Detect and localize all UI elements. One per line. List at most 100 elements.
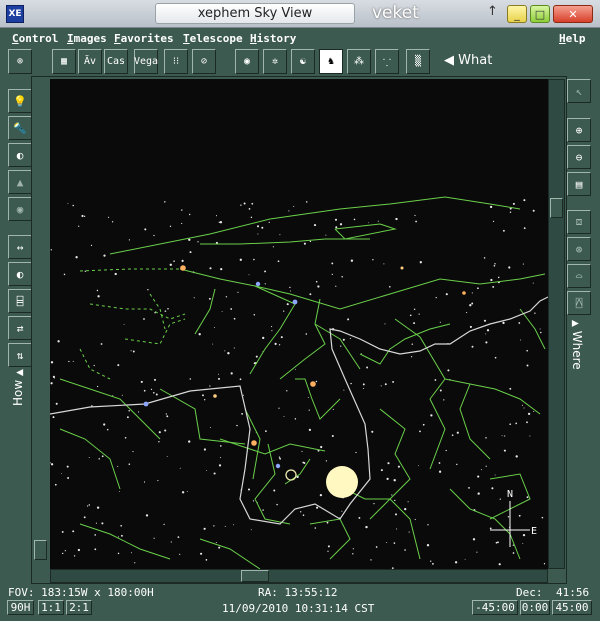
- constellation-names-icon[interactable]: Cas: [104, 49, 128, 74]
- star: [341, 510, 343, 512]
- star: [422, 423, 425, 426]
- aspect-2-1-button[interactable]: 2:1: [66, 600, 92, 615]
- star: [430, 560, 432, 562]
- top-toolbar: ⊚ ▦ Ăv Cas Vega ⁝⁝ ⊘ ◉ ✲ ☯ ♞ ⁂ ⸪ ▒ ◀ Wha…: [6, 49, 594, 76]
- star: [98, 458, 100, 460]
- left-scroll-knob[interactable]: [34, 540, 47, 560]
- star: [96, 506, 100, 509]
- zoom-box-icon[interactable]: ▤: [567, 172, 591, 196]
- compass-north: N: [507, 489, 513, 500]
- landscape-icon[interactable]: ⍓: [567, 291, 591, 315]
- target-icon[interactable]: ⧈: [567, 210, 591, 234]
- raise-arrow-icon[interactable]: ↑: [487, 4, 498, 19]
- telescope-icon[interactable]: ▲: [8, 170, 32, 194]
- dome-icon[interactable]: ⌓: [567, 264, 591, 288]
- host-name: veket: [372, 3, 419, 23]
- star: [520, 339, 522, 341]
- app-logo-icon: XE: [6, 5, 24, 23]
- magnitude-icon[interactable]: ⁝⁝: [164, 49, 188, 74]
- clusters-icon[interactable]: ✲: [263, 49, 287, 74]
- menu-favorites[interactable]: Favorites: [114, 32, 174, 45]
- star: [153, 378, 157, 381]
- swap-vertical-icon[interactable]: ⇅: [8, 343, 32, 367]
- constellation-figures-icon[interactable]: Ăv: [78, 49, 102, 74]
- star: [456, 431, 459, 434]
- menu-help[interactable]: Help: [559, 32, 586, 45]
- star: [83, 516, 86, 519]
- star: [335, 285, 337, 287]
- vertical-scroll-thumb[interactable]: [550, 198, 563, 218]
- star: [230, 308, 233, 310]
- menu-control[interactable]: Control: [12, 32, 58, 45]
- star: [150, 388, 153, 391]
- maximize-button[interactable]: □: [530, 5, 550, 23]
- star: [349, 337, 351, 339]
- galaxies-icon[interactable]: ☯: [291, 49, 315, 74]
- compass-rose-icon[interactable]: ⊛: [567, 237, 591, 261]
- star: [204, 399, 206, 401]
- star: [430, 414, 433, 417]
- vertical-scrollbar[interactable]: [548, 79, 565, 569]
- star: [61, 552, 64, 555]
- double-stars-icon[interactable]: ⁂: [347, 49, 371, 74]
- menu-images[interactable]: Images: [67, 32, 107, 45]
- star: [365, 525, 368, 529]
- menu-telescope[interactable]: Telescope: [183, 32, 243, 45]
- star: [372, 259, 374, 261]
- aspect-1-1-button[interactable]: 1:1: [38, 600, 64, 615]
- star: [419, 261, 422, 264]
- star: [386, 542, 388, 543]
- star: [170, 541, 172, 543]
- moon-shade-icon[interactable]: ◉: [8, 197, 32, 221]
- horizontal-scroll-thumb[interactable]: [241, 570, 269, 582]
- star: [523, 227, 526, 230]
- zoom-out-icon[interactable]: ⊖: [567, 145, 591, 169]
- bulb-icon[interactable]: 🔦: [8, 116, 32, 140]
- star: [277, 260, 280, 263]
- star: [294, 368, 296, 370]
- star: [153, 392, 155, 394]
- star: [407, 501, 409, 503]
- alt-plus-45-button[interactable]: 45:00: [552, 600, 592, 615]
- star: [94, 548, 97, 551]
- star: [380, 385, 382, 387]
- cylinder-icon[interactable]: ⌸: [8, 289, 32, 313]
- stars-icon[interactable]: ⸪: [375, 49, 399, 74]
- lightbulb-icon[interactable]: 💡: [8, 89, 32, 113]
- pointer-icon[interactable]: ↖: [567, 79, 591, 103]
- what-label[interactable]: ◀ What: [444, 53, 492, 68]
- star: [469, 325, 472, 328]
- star: [539, 328, 541, 330]
- planets-icon[interactable]: ◉: [235, 49, 259, 74]
- star: [279, 234, 281, 236]
- star: [250, 216, 253, 219]
- horizontal-flip-icon[interactable]: ↔: [8, 235, 32, 259]
- orientation-icon[interactable]: ◐: [8, 262, 32, 286]
- where-label[interactable]: ▲ Where: [570, 320, 584, 370]
- star: [383, 263, 385, 265]
- alt-minus-45-button[interactable]: -45:00: [472, 600, 518, 615]
- minimize-button[interactable]: _: [507, 5, 527, 23]
- ecliptic-icon[interactable]: ⊘: [192, 49, 216, 74]
- star: [167, 308, 169, 310]
- grid-icon[interactable]: ▦: [52, 49, 76, 74]
- sky-view-canvas[interactable]: N E: [50, 79, 548, 569]
- window-titlebar[interactable]: XE xephem Sky View veket ↑ _ □ ✕: [0, 0, 600, 28]
- star: [413, 308, 416, 311]
- close-button[interactable]: ✕: [553, 5, 593, 23]
- star-field-icon[interactable]: ▒: [406, 49, 430, 74]
- zoom-in-icon[interactable]: ⊕: [567, 118, 591, 142]
- star: [145, 514, 149, 517]
- alt-zero-button[interactable]: 0:00: [520, 600, 550, 615]
- menu-history[interactable]: History: [250, 32, 296, 45]
- star: [164, 201, 166, 203]
- how-label[interactable]: How ▲: [11, 369, 25, 406]
- horizontal-scrollbar[interactable]: [50, 569, 548, 583]
- fov-90h-button[interactable]: 90H: [7, 600, 34, 615]
- eyepiece-icon[interactable]: ◐: [8, 143, 32, 167]
- nebulae-icon[interactable]: ♞: [319, 49, 343, 74]
- camera-icon[interactable]: ⊚: [8, 49, 32, 74]
- star-names-icon[interactable]: Vega: [134, 49, 158, 74]
- swap-horizontal-icon[interactable]: ⇄: [8, 316, 32, 340]
- star: [90, 244, 93, 247]
